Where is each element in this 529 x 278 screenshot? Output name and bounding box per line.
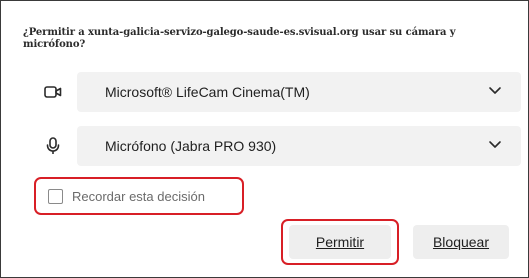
microphone-icon [41, 134, 65, 158]
remember-decision-label[interactable]: Recordar esta decisión [72, 189, 205, 204]
permission-dialog: ¿Permitir a xunta-galicia-servizo-galego… [0, 0, 529, 278]
chevron-down-icon [487, 136, 503, 157]
block-button[interactable]: Bloquear [413, 225, 509, 259]
microphone-row: Micrófono (Jabra PRO 930) [41, 126, 521, 166]
camera-icon [41, 80, 65, 104]
chevron-down-icon [487, 82, 503, 103]
camera-select[interactable]: Microsoft® LifeCam Cinema(TM) [77, 72, 521, 112]
remember-decision-checkbox[interactable] [48, 188, 63, 204]
permission-prompt: ¿Permitir a xunta-galicia-servizo-galego… [23, 27, 456, 50]
microphone-select-value: Micrófono (Jabra PRO 930) [105, 138, 277, 154]
remember-decision-highlight: Recordar esta decisión [34, 177, 244, 215]
camera-select-value: Microsoft® LifeCam Cinema(TM) [105, 84, 310, 100]
microphone-select[interactable]: Micrófono (Jabra PRO 930) [77, 126, 521, 166]
allow-button[interactable]: Permitir [289, 225, 391, 259]
camera-row: Microsoft® LifeCam Cinema(TM) [41, 72, 521, 112]
